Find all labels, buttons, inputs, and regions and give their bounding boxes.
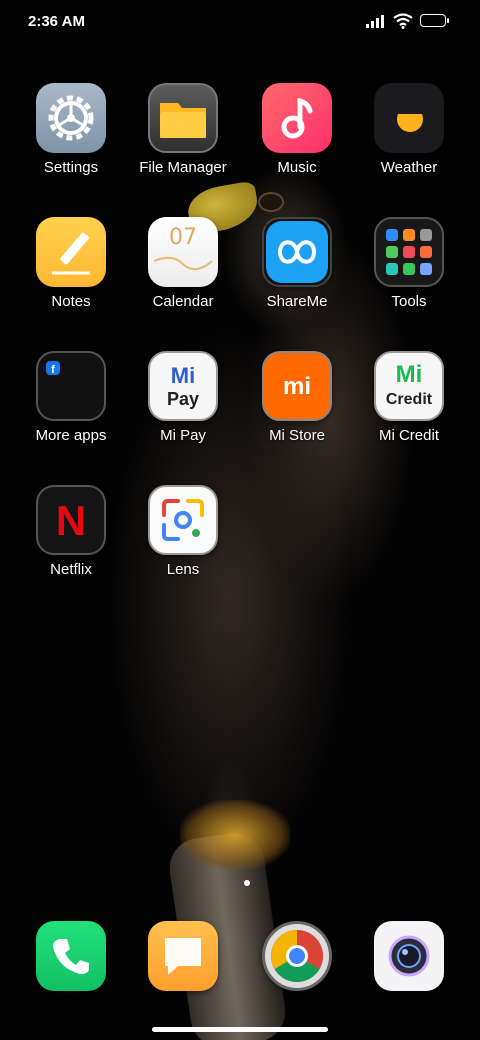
camera-icon — [374, 921, 444, 991]
settings-gear-icon — [36, 83, 106, 153]
mi-pay-icon-top: Mi — [170, 363, 196, 388]
battery-icon — [420, 14, 449, 27]
app-weather[interactable]: Weather — [354, 83, 464, 176]
wallpaper-talon — [180, 800, 290, 870]
app-label: Weather — [380, 159, 438, 176]
app-calendar[interactable]: 07 Calendar — [128, 217, 238, 310]
app-mi-credit[interactable]: Mi Credit Mi Credit — [354, 351, 464, 444]
app-label: Mi Credit — [378, 427, 439, 444]
app-shareme[interactable]: ShareMe — [242, 217, 352, 310]
mi-credit-icon: Mi Credit — [374, 351, 444, 421]
mi-store-icon-text: mi — [282, 373, 311, 400]
mi-credit-icon-bottom: Credit — [385, 391, 433, 408]
wifi-icon — [393, 13, 413, 29]
chrome-icon — [262, 921, 332, 991]
dock-camera[interactable] — [354, 921, 464, 991]
dock-phone[interactable] — [16, 921, 126, 991]
weather-sun-icon — [374, 83, 444, 153]
app-label: ShareMe — [266, 293, 328, 310]
tools-folder-icon — [374, 217, 444, 287]
lens-icon — [148, 485, 218, 555]
app-notes[interactable]: Notes — [16, 217, 126, 310]
folder-icon — [148, 83, 218, 153]
page-indicator-dot — [244, 880, 250, 886]
mi-credit-icon-top: Mi — [395, 361, 423, 388]
status-time: 2:36 AM — [28, 13, 85, 30]
folder-tools[interactable]: Tools — [354, 217, 464, 310]
app-label: Mi Store — [269, 427, 325, 444]
svg-text:f: f — [51, 364, 55, 376]
netflix-icon-text: N — [55, 497, 87, 544]
phone-icon — [36, 921, 106, 991]
app-mi-pay[interactable]: Mi Pay Mi Pay — [128, 351, 238, 444]
app-label: Lens — [166, 561, 200, 578]
status-bar: 2:36 AM — [0, 0, 480, 44]
app-label: Music — [277, 159, 317, 176]
app-label: Tools — [391, 293, 427, 310]
app-mi-store[interactable]: mi Mi Store — [242, 351, 352, 444]
app-label: Mi Pay — [160, 427, 206, 444]
dock-chrome[interactable] — [242, 921, 352, 991]
folder-more-apps[interactable]: f More apps — [16, 351, 126, 444]
app-label: Calendar — [152, 293, 214, 310]
calendar-icon: 07 — [148, 217, 218, 287]
app-music[interactable]: Music — [242, 83, 352, 176]
app-label: More apps — [35, 427, 107, 444]
app-lens[interactable]: Lens — [128, 485, 238, 578]
app-settings[interactable]: Settings — [16, 83, 126, 176]
notes-pencil-icon — [36, 217, 106, 287]
signal-icon — [366, 15, 384, 28]
app-label: Notes — [51, 293, 91, 310]
app-netflix[interactable]: N Netflix — [16, 485, 126, 578]
apps-folder-icon: f — [36, 351, 106, 421]
infinity-icon — [262, 217, 332, 287]
app-label: Netflix — [50, 561, 92, 578]
netflix-icon: N — [36, 485, 106, 555]
mi-pay-icon-bottom: Pay — [166, 389, 200, 409]
app-file-manager[interactable]: File Manager — [128, 83, 238, 176]
mi-store-icon: mi — [262, 351, 332, 421]
app-label: Settings — [43, 159, 99, 176]
message-icon — [148, 921, 218, 991]
mi-pay-icon: Mi Pay — [148, 351, 218, 421]
dock-messages[interactable] — [128, 921, 238, 991]
home-gesture-bar[interactable] — [152, 1027, 328, 1032]
app-label: File Manager — [139, 159, 227, 176]
music-note-icon — [262, 83, 332, 153]
wallpaper-eagle-eye — [258, 192, 284, 212]
